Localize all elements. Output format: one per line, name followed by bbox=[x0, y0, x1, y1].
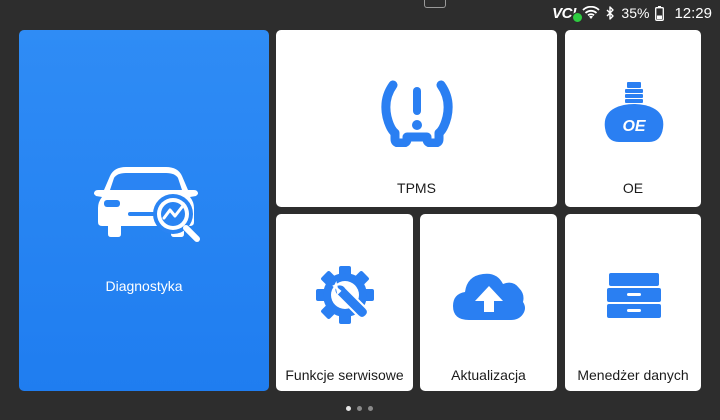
tile-oe[interactable]: OE OE bbox=[565, 30, 701, 207]
tile-update[interactable]: Aktualizacja bbox=[420, 214, 557, 391]
battery-icon bbox=[655, 5, 665, 21]
tile-data-manager-label: Menedżer danych bbox=[577, 367, 689, 383]
page-dot[interactable] bbox=[346, 406, 351, 411]
battery-percent: 35% bbox=[621, 5, 650, 21]
vci-connected-dot bbox=[572, 11, 584, 23]
tile-data-manager[interactable]: Menedżer danych bbox=[565, 214, 701, 391]
drawer-cabinet-icon bbox=[607, 273, 661, 318]
service-gear-wrench-icon bbox=[316, 266, 374, 324]
page-dot[interactable] bbox=[357, 406, 362, 411]
tile-diagnostics-label: Diagnostyka bbox=[105, 278, 183, 294]
tile-service-label: Funkcje serwisowe bbox=[285, 367, 404, 383]
tile-diagnostics[interactable]: Diagnostyka bbox=[19, 30, 269, 391]
cloud-upload-icon bbox=[453, 273, 525, 320]
oe-bottle-icon bbox=[604, 82, 664, 142]
oe-badge-text: OE bbox=[622, 118, 646, 135]
status-bar: VC! 35% 12:29 bbox=[0, 0, 720, 26]
clock: 12:29 bbox=[674, 4, 712, 22]
wifi-icon bbox=[582, 6, 601, 19]
car-diagnostic-icon bbox=[94, 167, 200, 242]
tile-update-label: Aktualizacja bbox=[451, 367, 526, 383]
tire-pressure-icon bbox=[381, 80, 453, 147]
tile-service-functions[interactable]: Funkcje serwisowe bbox=[276, 214, 413, 391]
notification-pull-handle[interactable] bbox=[424, 0, 446, 8]
bluetooth-icon bbox=[606, 6, 615, 20]
page-dot[interactable] bbox=[368, 406, 373, 411]
vci-status-indicator: VC! bbox=[552, 5, 584, 23]
page-indicator bbox=[346, 406, 373, 411]
tile-oe-label: OE bbox=[622, 180, 644, 196]
tile-tpms-label: TPMS bbox=[397, 180, 436, 196]
tile-tpms[interactable]: TPMS bbox=[276, 30, 557, 207]
status-icons: VC! 35% 12:29 bbox=[552, 3, 712, 23]
